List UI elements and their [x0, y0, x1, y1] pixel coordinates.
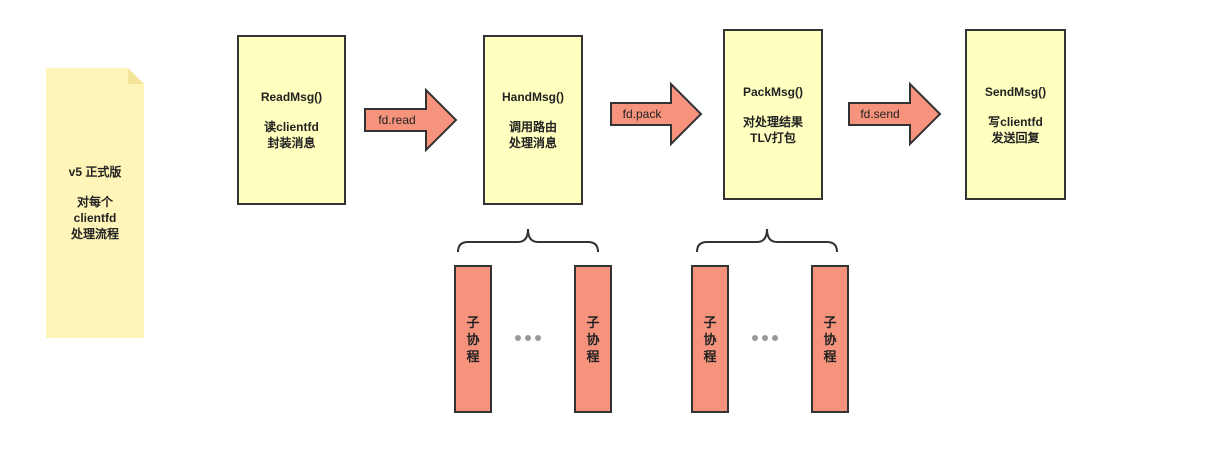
coroutine-box: 子协程: [574, 265, 612, 413]
note-line-3: 处理流程: [70, 227, 119, 241]
curly-brace-icon: [457, 228, 599, 253]
brace-right: [696, 228, 839, 254]
coroutine-label: 子协程: [823, 314, 837, 364]
coroutine-box: 子协程: [811, 265, 849, 413]
stage-desc-line-2: 处理消息: [508, 136, 557, 150]
stage-desc-line-1: 写clientfd: [988, 114, 1043, 129]
arrow-label: fd.read: [378, 113, 416, 127]
dot: [762, 335, 768, 341]
stage-function-name: HandMsg(): [502, 90, 564, 104]
arrow-label: fd.send: [860, 107, 900, 121]
stage-function-name: PackMsg(): [742, 84, 804, 99]
stage-function-name: ReadMsg(): [260, 90, 323, 104]
arrow-fd-send: fd.send: [848, 81, 942, 147]
note-v5: v5 正式版 对每个 clientfd 处理流程: [46, 68, 144, 338]
dot: [515, 335, 521, 341]
stage-desc-line-2: TLV打包: [750, 130, 796, 145]
arrow-label: fd.pack: [622, 107, 662, 121]
note-title: v5 正式版: [68, 165, 122, 179]
note-line-2: clientfd: [73, 211, 117, 225]
arrow-fd-pack: fd.pack: [610, 81, 703, 147]
stage-desc-line-2: 封装消息: [267, 136, 316, 150]
coroutine-label: 子协程: [466, 314, 480, 364]
stage-handmsg: HandMsg() 调用路由 处理消息: [483, 35, 583, 205]
curly-brace-icon: [696, 228, 838, 253]
note-text: v5 正式版 对每个 clientfd 处理流程: [46, 68, 144, 338]
coroutine-box: 子协程: [454, 265, 492, 413]
coroutine-label: 子协程: [586, 314, 600, 364]
note-line-1: 对每个: [76, 195, 113, 209]
dot: [525, 335, 531, 341]
ellipsis-icon: [515, 335, 541, 341]
stage-packmsg: PackMsg() 对处理结果 TLV打包: [723, 29, 823, 200]
ellipsis-icon: [752, 335, 778, 341]
stage-desc-line-1: 调用路由: [508, 120, 557, 134]
dot: [535, 335, 541, 341]
stage-desc-line-2: 发送回复: [991, 130, 1040, 145]
stage-desc-line-1: 对处理结果: [742, 114, 803, 129]
arrow-fd-read: fd.read: [364, 87, 458, 153]
dot: [752, 335, 758, 341]
stage-sendmsg: SendMsg() 写clientfd 发送回复: [965, 29, 1066, 200]
coroutine-label: 子协程: [703, 314, 717, 364]
coroutine-box: 子协程: [691, 265, 729, 413]
stage-desc-line-1: 读clientfd: [264, 120, 319, 134]
brace-left: [457, 228, 600, 254]
dot: [772, 335, 778, 341]
stage-readmsg: ReadMsg() 读clientfd 封装消息: [237, 35, 346, 205]
stage-function-name: SendMsg(): [984, 84, 1047, 99]
